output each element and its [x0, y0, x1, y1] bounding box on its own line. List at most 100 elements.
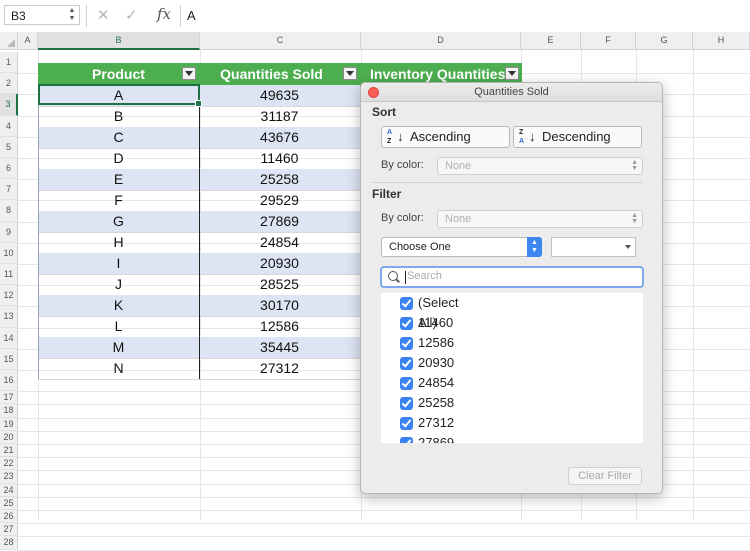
quantity-cell[interactable]: 11460 — [199, 148, 360, 169]
row-header-24[interactable]: 24 — [0, 483, 18, 497]
row-header-20[interactable]: 20 — [0, 430, 18, 444]
product-cell[interactable]: E — [38, 169, 199, 190]
filter-value-label: 12586 — [418, 335, 455, 350]
checkbox-checked-icon[interactable] — [400, 437, 413, 443]
row-header-23[interactable]: 23 — [0, 470, 18, 484]
filter-dropdown-icon[interactable] — [182, 67, 196, 80]
row-header-4[interactable]: 4 — [0, 115, 18, 137]
quantity-cell[interactable]: 12586 — [199, 316, 360, 337]
quantity-cell[interactable]: 31187 — [199, 106, 360, 127]
select-all-corner[interactable] — [0, 32, 18, 50]
condition-value-combo[interactable] — [551, 237, 636, 257]
row-header-22[interactable]: 22 — [0, 457, 18, 471]
chevron-updown-icon: ▲ ▼ — [527, 237, 542, 257]
product-cell[interactable]: B — [38, 106, 199, 127]
column-header-f[interactable]: F — [581, 32, 636, 50]
filter-by-color-select[interactable]: None ▲ ▼ — [437, 210, 643, 228]
close-icon[interactable] — [368, 87, 379, 98]
checkbox-checked-icon[interactable] — [400, 377, 413, 390]
quantity-cell[interactable]: 24854 — [199, 232, 360, 253]
sort-descending-button[interactable]: ZA ↓ Descending — [513, 126, 642, 148]
column-header-h[interactable]: H — [693, 32, 750, 50]
quantity-cell[interactable]: 35445 — [199, 337, 360, 358]
row-header-2[interactable]: 2 — [0, 73, 18, 95]
function-icon[interactable]: fx — [157, 5, 171, 23]
chevron-down-icon[interactable] — [625, 245, 631, 249]
row-header-8[interactable]: 8 — [0, 200, 18, 222]
product-cell[interactable]: C — [38, 127, 199, 148]
quantity-cell[interactable]: 49635 — [199, 85, 360, 106]
checkbox-checked-icon[interactable] — [400, 337, 413, 350]
active-cell-selection[interactable] — [38, 84, 202, 107]
column-header-a[interactable]: A — [18, 32, 38, 50]
row-header-26[interactable]: 26 — [0, 510, 18, 524]
product-cell[interactable]: L — [38, 316, 199, 337]
product-cell[interactable]: M — [38, 337, 199, 358]
column-header-e[interactable]: E — [521, 32, 581, 50]
header-product-label: Product — [92, 66, 145, 82]
row-header-1[interactable]: 1 — [0, 52, 18, 74]
quantity-cell[interactable]: 27312 — [199, 358, 360, 379]
sort-by-color-select[interactable]: None ▲ ▼ — [437, 157, 643, 175]
formula-input[interactable]: A — [187, 8, 196, 23]
quantity-cell[interactable]: 43676 — [199, 127, 360, 148]
row-header-17[interactable]: 17 — [0, 391, 18, 405]
product-cell[interactable]: I — [38, 253, 199, 274]
row-header-13[interactable]: 13 — [0, 306, 18, 328]
filter-search[interactable]: Search — [380, 266, 644, 288]
checkbox-checked-icon[interactable] — [400, 297, 413, 310]
row-header-16[interactable]: 16 — [0, 370, 18, 392]
gridline — [18, 510, 750, 511]
product-cell[interactable]: G — [38, 211, 199, 232]
column-header-g[interactable]: G — [636, 32, 693, 50]
product-cell[interactable]: N — [38, 358, 199, 379]
filter-values-list[interactable]: (Select All) 11460 12586 20930 24854 25258 273… — [381, 293, 643, 443]
divider — [372, 182, 642, 183]
column-header-c[interactable]: C — [200, 32, 361, 50]
column-header-b[interactable]: B — [38, 32, 200, 50]
condition-select[interactable]: Choose One ▲ ▼ — [381, 237, 542, 257]
row-header-21[interactable]: 21 — [0, 444, 18, 458]
sort-ascending-button[interactable]: AZ ↓ Ascending — [381, 126, 510, 148]
row-header-3[interactable]: 3 — [0, 94, 18, 116]
quantity-cell[interactable]: 29529 — [199, 190, 360, 211]
row-header-19[interactable]: 19 — [0, 417, 18, 431]
filter-dropdown-icon[interactable] — [343, 67, 357, 80]
quantity-cell[interactable]: 27869 — [199, 211, 360, 232]
search-input[interactable]: Search — [407, 270, 442, 282]
quantity-cell[interactable]: 28525 — [199, 274, 360, 295]
column-header-d[interactable]: D — [361, 32, 521, 50]
cancel-icon[interactable]: ✕ — [97, 6, 110, 24]
filter-dropdown-icon[interactable] — [505, 67, 519, 80]
row-header-28[interactable]: 28 — [0, 536, 18, 550]
quantity-cell[interactable]: 20930 — [199, 253, 360, 274]
row-header-7[interactable]: 7 — [0, 179, 18, 201]
product-cell[interactable]: K — [38, 295, 199, 316]
row-header-25[interactable]: 25 — [0, 496, 18, 510]
name-box-stepper-icon[interactable]: ▲ ▼ — [68, 7, 76, 23]
clear-filter-button[interactable]: Clear Filter — [568, 467, 642, 485]
product-cell[interactable]: H — [38, 232, 199, 253]
row-header-6[interactable]: 6 — [0, 158, 18, 180]
row-header-27[interactable]: 27 — [0, 523, 18, 537]
row-header-14[interactable]: 14 — [0, 327, 18, 349]
row-header-11[interactable]: 11 — [0, 264, 18, 286]
checkbox-checked-icon[interactable] — [400, 317, 413, 330]
product-cell[interactable]: D — [38, 148, 199, 169]
row-header-5[interactable]: 5 — [0, 136, 18, 158]
checkbox-checked-icon[interactable] — [400, 357, 413, 370]
quantity-cell[interactable]: 30170 — [199, 295, 360, 316]
row-header-9[interactable]: 9 — [0, 221, 18, 243]
row-header-15[interactable]: 15 — [0, 348, 18, 370]
checkbox-checked-icon[interactable] — [400, 417, 413, 430]
checkbox-checked-icon[interactable] — [400, 397, 413, 410]
row-header-18[interactable]: 18 — [0, 404, 18, 418]
row-header-12[interactable]: 12 — [0, 285, 18, 307]
divider — [86, 5, 87, 27]
product-cell[interactable]: J — [38, 274, 199, 295]
row-header-10[interactable]: 10 — [0, 242, 18, 264]
name-box[interactable]: B3 ▲ ▼ — [4, 5, 80, 25]
quantity-cell[interactable]: 25258 — [199, 169, 360, 190]
product-cell[interactable]: F — [38, 190, 199, 211]
enter-icon[interactable]: ✓ — [125, 6, 138, 24]
